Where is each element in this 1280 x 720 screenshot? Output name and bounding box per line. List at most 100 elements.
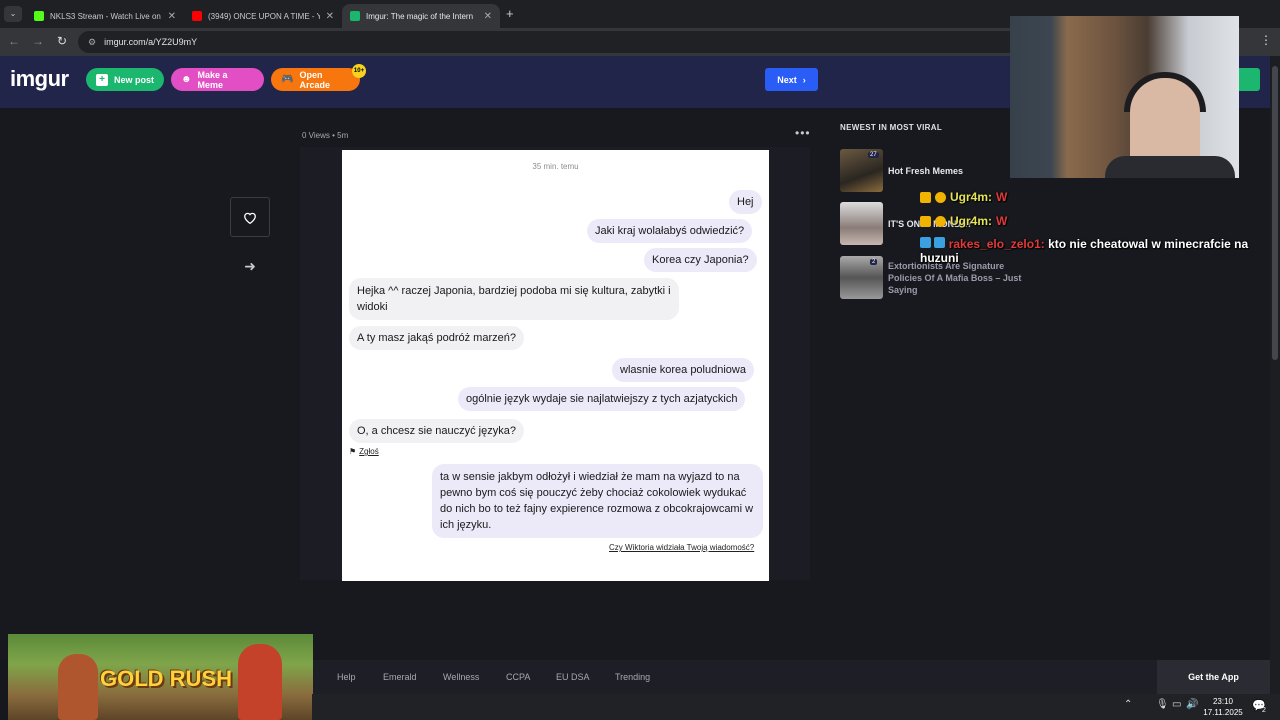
kick-favicon-icon (34, 11, 44, 21)
browser-menu-icon[interactable]: ⋮ (1260, 33, 1272, 47)
network-icon[interactable]: ▭ (1172, 699, 1181, 710)
new-post-button[interactable]: + New post (86, 68, 164, 91)
report-label: Zgłoś (359, 447, 379, 456)
tab-title: (3949) ONCE UPON A TIME - Yo (208, 11, 320, 21)
next-label: Next (777, 74, 797, 85)
notification-count: 2 (1262, 707, 1266, 714)
imgur-footer (312, 660, 1157, 694)
close-tab-icon[interactable]: ✕ (168, 11, 176, 22)
favorite-button[interactable] (230, 197, 270, 237)
stream-chat-message: W (996, 214, 1008, 228)
volume-icon[interactable]: 🔊 (1186, 699, 1198, 710)
webcam-background (1010, 16, 1239, 178)
clock-time: 23:10 (1212, 697, 1234, 706)
windows-taskbar (312, 694, 1280, 720)
sidebar-title: NEWEST IN MOST VIRAL (840, 123, 942, 132)
footer-link-wellness[interactable]: Wellness (443, 672, 479, 682)
forward-icon[interactable]: → (30, 34, 46, 48)
chat-message-out: ta w sensie jakbym odłożył i wiedział że… (432, 464, 763, 538)
ad-character-right (238, 644, 282, 720)
chat-message-out: Jaki kraj wolałabyś odwiedzić? (587, 219, 753, 243)
chat-message-in: O, a chcesz sie nauczyć języka? (349, 419, 524, 443)
stream-chat-line: Ugr4m: W (920, 190, 1007, 204)
seen-status-link: Czy Wiktoria widziała Twoją wiadomość? (609, 543, 755, 552)
sign-up-button[interactable] (1236, 68, 1260, 91)
footer-link-emerald[interactable]: Emerald (383, 672, 417, 682)
gamepad-icon: 🎮 (281, 74, 294, 85)
post-meta: 0 Views • 5m (302, 131, 349, 140)
chat-message-out: ogólnie język wydaje sie najlatwiejszy z… (458, 387, 746, 411)
streamer-webcam (1010, 16, 1239, 178)
heart-icon (244, 212, 256, 224)
arcade-badge: 10+ (352, 64, 366, 78)
tab-list-button[interactable]: ⌄ (4, 6, 22, 22)
imgur-logo[interactable]: imgur (10, 66, 69, 92)
tab-kick[interactable]: NKLS3 Stream - Watch Live on K ✕ (26, 4, 184, 28)
crown-badge-icon (920, 191, 931, 203)
microphone-icon[interactable]: 🎙 (1156, 699, 1169, 710)
footer-link-ccpa[interactable]: CCPA (506, 672, 530, 682)
footer-link-eu-dsa[interactable]: EU DSA (556, 672, 590, 682)
close-tab-icon[interactable]: ✕ (326, 11, 334, 22)
stream-chat-user: rakes_elo_zelo1: (948, 237, 1045, 251)
sub-badge-icon (935, 215, 946, 227)
meme-icon: ☻ (181, 74, 192, 85)
footer-link-help[interactable]: Help (337, 672, 356, 682)
taskbar-clock[interactable]: 23:10 17.11.2025 (1198, 696, 1248, 718)
stream-chat-user: Ugr4m: (950, 214, 993, 228)
chat-message-in: Hejka ^^ raczej Japonia, bardziej podoba… (349, 278, 679, 320)
stream-chat-line: rakes_elo_zelo1: kto nie cheatowal w min… (920, 237, 1270, 265)
flag-icon: ⚑ (349, 447, 357, 456)
scrollbar-thumb[interactable] (1272, 66, 1278, 360)
tab-title: Imgur: The magic of the Intern (366, 11, 474, 21)
tab-title: NKLS3 Stream - Watch Live on K (50, 11, 162, 21)
stream-chat-line: Ugr4m: W (920, 214, 1007, 228)
sidebar-item-title[interactable]: Hot Fresh Memes (888, 165, 1008, 177)
tab-imgur[interactable]: Imgur: The magic of the Intern ✕ (342, 4, 500, 28)
ad-character-left (58, 654, 98, 720)
sword-badge-icon (920, 237, 931, 248)
imgur-favicon-icon (350, 11, 360, 21)
sub-badge-icon (935, 191, 946, 203)
url-text: imgur.com/a/YZ2U9mY (104, 37, 198, 47)
report-link: ⚑ Zgłoś (349, 447, 379, 456)
open-arcade-label: Open Arcade (299, 69, 330, 90)
tray-chevron-icon[interactable]: ⌃ (1124, 699, 1132, 710)
plus-icon: + (96, 73, 108, 86)
reload-icon[interactable]: ↻ (54, 34, 70, 48)
clock-date: 17.11.2025 (1203, 708, 1243, 717)
open-arcade-button[interactable]: 🎮 Open Arcade (271, 68, 360, 91)
stream-chat-user: Ugr4m: (950, 190, 993, 204)
site-info-icon[interactable]: ⚙ (88, 37, 96, 48)
get-app-button[interactable]: Get the App (1157, 660, 1270, 694)
sub-badge-icon (934, 237, 946, 248)
chat-timestamp: 35 min. temu (532, 162, 579, 171)
ad-title: GOLD RUSH (100, 666, 232, 691)
make-meme-label: Make a Meme (197, 69, 228, 90)
chat-message-out: wlasnie korea poludniowa (612, 358, 754, 382)
tab-youtube[interactable]: (3949) ONCE UPON A TIME - Yo ✕ (184, 4, 342, 28)
chat-message-out: Korea czy Japonia? (644, 248, 757, 272)
back-icon[interactable]: ← (6, 34, 22, 48)
gold-rush-ad[interactable]: GOLD RUSH (8, 634, 313, 720)
youtube-favicon-icon (192, 11, 202, 21)
webcam-shirt (1105, 156, 1235, 178)
crown-badge-icon (920, 215, 931, 227)
stream-chat-message: W (996, 190, 1008, 204)
sidebar-count: 27 (868, 152, 879, 158)
close-tab-icon[interactable]: ✕ (484, 11, 492, 22)
chat-message-out: Hej (729, 190, 762, 214)
sidebar-count: 2 (870, 259, 878, 265)
footer-link-trending[interactable]: Trending (615, 672, 650, 682)
next-post-button[interactable]: Next › (765, 68, 818, 91)
make-meme-button[interactable]: ☻ Make a Meme (171, 68, 264, 91)
new-tab-button[interactable]: + (506, 6, 514, 21)
share-icon[interactable]: ➜ (240, 258, 260, 278)
chevron-right-icon: › (802, 74, 806, 85)
url-field[interactable]: ⚙ imgur.com/a/YZ2U9mY (78, 31, 1028, 53)
new-post-label: New post (114, 74, 155, 85)
sidebar-item-title[interactable]: Extortionists Are Signature Policies Of … (888, 260, 1036, 296)
chat-message-in: A ty masz jakąś podróż marzeń? (349, 326, 524, 350)
more-options-icon[interactable]: ••• (795, 126, 811, 140)
sidebar-thumb[interactable] (840, 202, 883, 245)
